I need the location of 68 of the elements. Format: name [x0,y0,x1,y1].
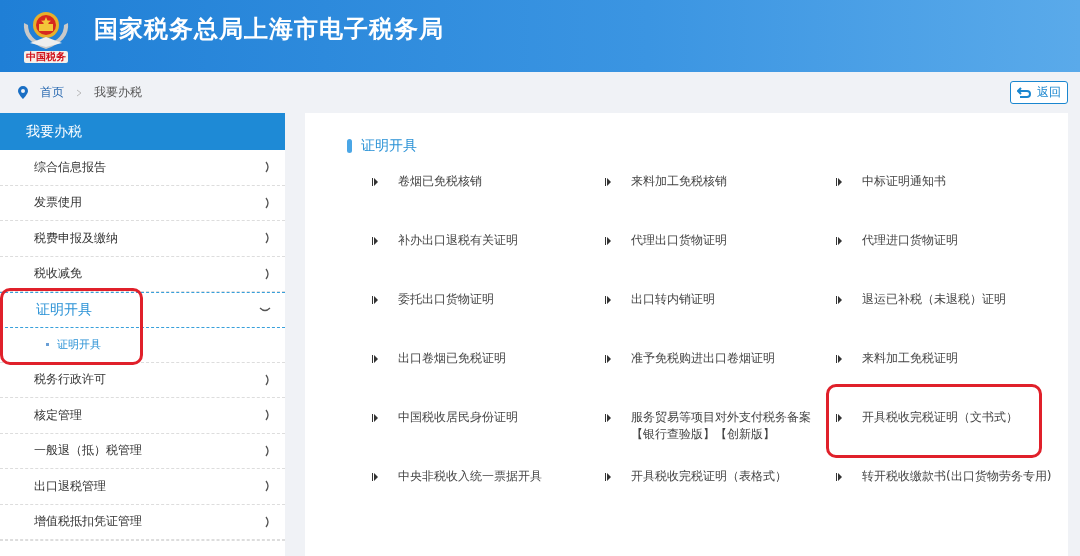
chevron-right-icon [265,444,271,457]
triangle-icon [372,178,378,186]
sidebar-item[interactable]: 一般退（抵）税管理 [0,433,285,469]
chevron-right-icon [265,480,271,493]
section-marker-icon [347,139,352,153]
service-link[interactable]: 卷烟已免税核销 [398,173,600,190]
back-button[interactable]: 返回 [1010,81,1068,104]
chevron-right-icon [265,409,271,422]
chevron-right-icon [265,267,271,280]
service-link[interactable]: 退运已补税（未退税）证明 [862,291,1064,308]
sidebar-item[interactable]: 综合信息报告 [0,150,285,186]
triangle-icon [605,237,611,245]
chevron-right-icon [265,161,271,174]
triangle-icon [836,237,842,245]
breadcrumb-separator [76,88,82,97]
triangle-icon [372,473,378,481]
service-link[interactable]: 准予免税购进出口卷烟证明 [631,350,833,367]
service-link[interactable]: 来料加工免税证明 [862,350,1064,367]
chevron-down-icon [259,306,271,313]
logo-caption: 中国税务 [24,51,68,63]
service-link[interactable]: 转开税收缴款书(出口货物劳务专用) [862,468,1064,485]
triangle-icon [605,355,611,363]
triangle-icon [372,237,378,245]
site-title: 国家税务总局上海市电子税务局 [94,14,444,45]
service-link[interactable]: 出口卷烟已免税证明 [398,350,600,367]
section-title: 证明开具 [361,137,417,155]
triangle-icon [372,414,378,422]
breadcrumb-current: 我要办税 [94,84,142,101]
service-link[interactable]: 代理进口货物证明 [862,232,1064,249]
triangle-icon [372,355,378,363]
chevron-right-icon [265,196,271,209]
service-link[interactable]: 服务贸易等项目对外支付税务备案【银行查验版】【创新版】 [631,409,833,443]
service-link[interactable]: 代理出口货物证明 [631,232,833,249]
triangle-icon [372,296,378,304]
chevron-right-icon [265,232,271,245]
triangle-icon [836,414,842,422]
triangle-icon [836,178,842,186]
sidebar-item[interactable]: 出口退税管理 [0,469,285,505]
sidebar-item[interactable]: 税费申报及缴纳 [0,221,285,257]
service-link[interactable]: 出口转内销证明 [631,291,833,308]
sidebar-subitem[interactable]: 证明开具 [0,327,285,363]
service-link[interactable]: 委托出口货物证明 [398,291,600,308]
triangle-icon [836,473,842,481]
triangle-icon [605,178,611,186]
service-link[interactable]: 中央非税收入统一票据开具 [398,468,600,485]
triangle-icon [836,355,842,363]
sidebar-item[interactable]: 发票使用 [0,185,285,221]
triangle-icon [605,296,611,304]
service-link[interactable]: 补办出口退税有关证明 [398,232,600,249]
return-arrow-icon [1017,87,1031,98]
location-pin-icon [18,86,28,99]
service-link[interactable]: 开具税收完税证明（表格式） [631,468,833,485]
sidebar-item[interactable]: 增值税抵扣凭证管理 [0,504,285,540]
triangle-icon [836,296,842,304]
service-link[interactable]: 开具税收完税证明（文书式） [862,409,1064,426]
triangle-icon [605,414,611,422]
sidebar-item[interactable]: 税收减免 [0,256,285,292]
breadcrumb-link[interactable]: 首页 [40,84,64,101]
sidebar-item[interactable]: 证明开具 [0,292,285,328]
service-link[interactable]: 中国税收居民身份证明 [398,409,600,426]
chevron-right-icon [265,515,271,528]
service-link[interactable]: 中标证明通知书 [862,173,1064,190]
sidebar-item[interactable]: 核定管理 [0,398,285,434]
chevron-right-icon [265,373,271,386]
service-link[interactable]: 来料加工免税核销 [631,173,833,190]
sidebar-title: 我要办税 [0,113,285,150]
triangle-icon [605,473,611,481]
sidebar-item[interactable]: 税务行政许可 [0,362,285,398]
